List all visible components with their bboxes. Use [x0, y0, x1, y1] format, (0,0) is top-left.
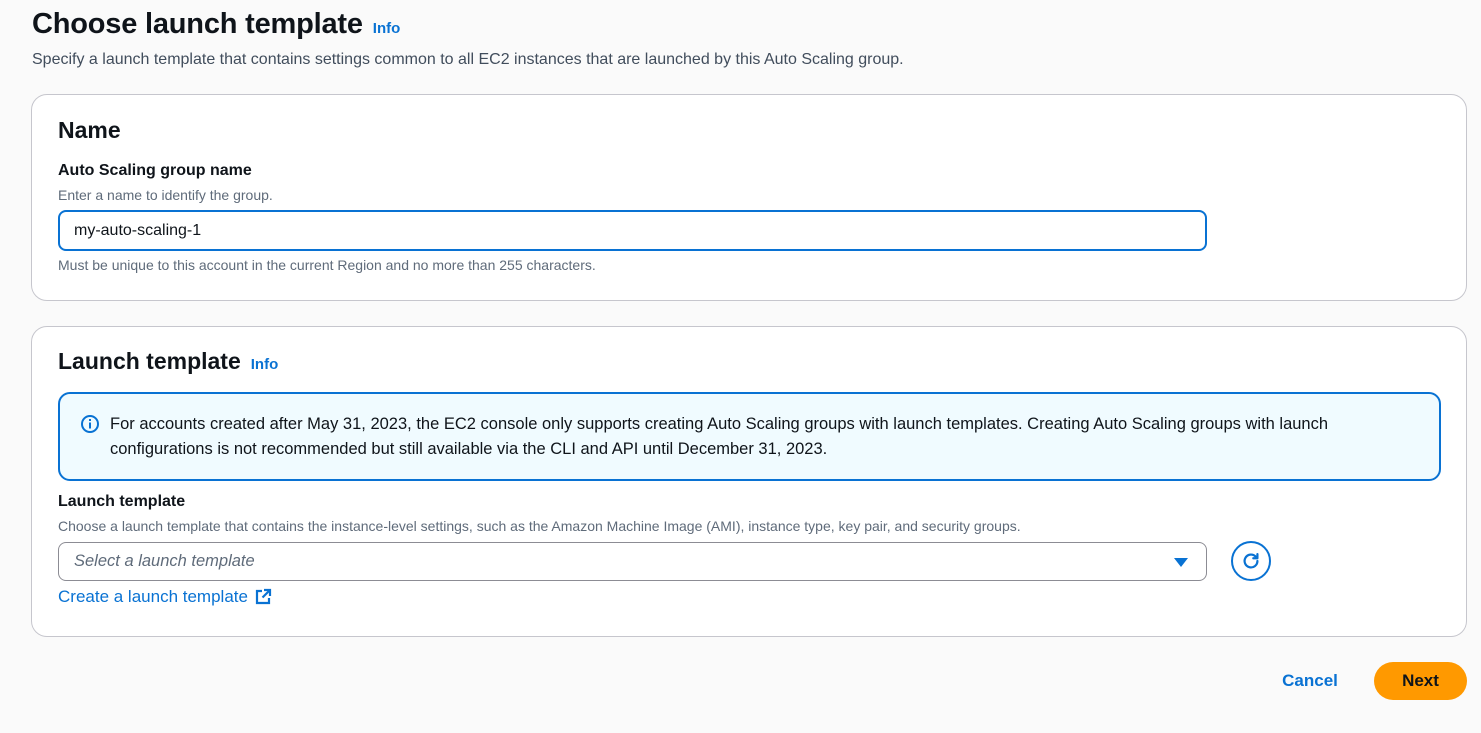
launch-template-description: Choose a launch template that contains t…: [58, 518, 1021, 534]
create-link-label: Create a launch template: [58, 587, 248, 606]
launch-section-title-row: Launch template Info: [58, 348, 278, 375]
launch-template-select[interactable]: Select a launch template: [58, 542, 1207, 581]
caret-down-icon: [1174, 558, 1188, 567]
page-header: Choose launch template Info Specify a la…: [32, 8, 904, 69]
launch-template-label: Launch template: [58, 493, 186, 510]
info-alert: For accounts created after May 31, 2023,…: [58, 392, 1441, 481]
select-placeholder: Select a launch template: [74, 552, 255, 570]
asg-name-input[interactable]: [58, 210, 1207, 251]
refresh-icon: [1243, 553, 1259, 569]
page-title-row: Choose launch template Info: [32, 8, 904, 41]
info-circle-icon: [81, 415, 99, 433]
asg-name-constraint: Must be unique to this account in the cu…: [58, 257, 596, 273]
asg-name-label: Auto Scaling group name: [58, 162, 252, 179]
cancel-button[interactable]: Cancel: [1262, 662, 1358, 700]
name-section-title: Name: [58, 117, 121, 143]
asg-name-description: Enter a name to identify the group.: [58, 187, 273, 203]
page-info-link[interactable]: Info: [373, 20, 401, 37]
page: Choose launch template Info Specify a la…: [0, 0, 1481, 733]
launch-section-title: Launch template: [58, 348, 241, 374]
alert-text: For accounts created after May 31, 2023,…: [110, 415, 1329, 458]
launch-info-link[interactable]: Info: [251, 356, 279, 373]
name-section: Name Auto Scaling group name Enter a nam…: [31, 94, 1467, 301]
next-button[interactable]: Next: [1374, 662, 1467, 700]
page-description: Specify a launch template that contains …: [32, 51, 904, 68]
refresh-button[interactable]: [1231, 541, 1271, 581]
launch-template-section: Launch template Info For accounts create…: [31, 326, 1467, 637]
page-title: Choose launch template: [32, 8, 363, 40]
external-link-icon: [255, 588, 272, 605]
create-launch-template-link[interactable]: Create a launch template: [58, 587, 272, 607]
